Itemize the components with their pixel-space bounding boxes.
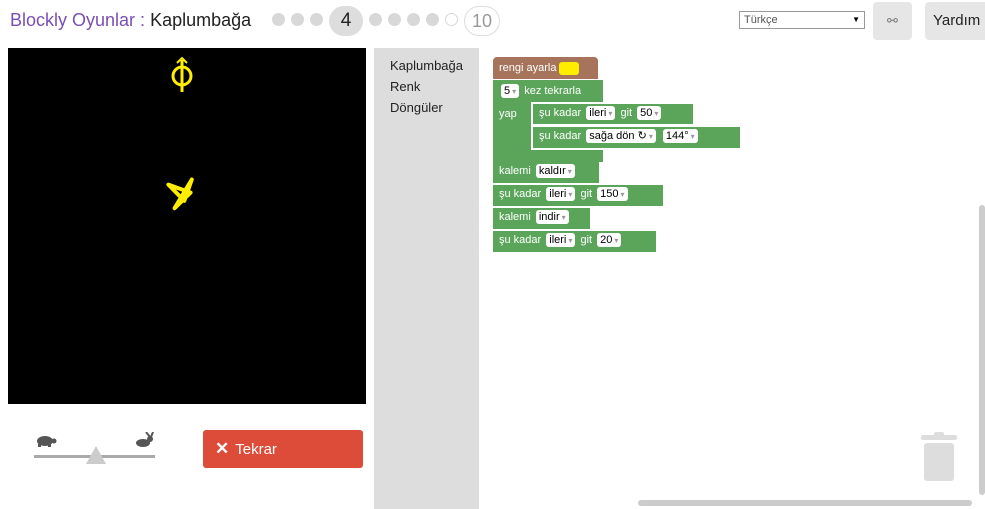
move-block-2[interactable]: şu kadar ileri ▾ git 150 ▾ xyxy=(493,185,663,206)
direction-dropdown[interactable]: ileri ▾ xyxy=(546,233,576,248)
level-current[interactable]: 4 xyxy=(329,6,363,36)
repeat-body-rail[interactable]: yap xyxy=(493,102,531,152)
distance-value: 150 xyxy=(600,188,619,201)
level-dot-1[interactable] xyxy=(272,13,285,26)
horizontal-scrollbar[interactable] xyxy=(638,500,972,506)
header-bar: Blockly Oyunlar : Kaplumbağa 4 10 Türkçe… xyxy=(0,0,985,44)
level-last[interactable]: 10 xyxy=(464,6,500,36)
link-icon: ⚯ xyxy=(887,13,898,28)
reset-button[interactable]: ✕ Tekrar xyxy=(203,430,363,468)
level-dot-3[interactable] xyxy=(310,13,323,26)
turn-prefix: şu kadar xyxy=(539,130,582,142)
slider-handle[interactable] xyxy=(86,446,106,464)
pen-label: kalemi xyxy=(499,211,531,223)
speed-slider[interactable] xyxy=(30,430,160,470)
language-select[interactable]: Türkçe ▼ xyxy=(739,11,865,29)
vertical-scrollbar[interactable] xyxy=(979,205,985,495)
repeat-do-label: yap xyxy=(499,108,517,120)
direction-value: ileri xyxy=(549,188,567,201)
turn-block[interactable]: şu kadar sağa dön ↻ ▾ 144° ▾ xyxy=(533,127,740,148)
rabbit-icon xyxy=(136,432,154,447)
toolbox-category-color[interactable]: Renk xyxy=(390,79,420,94)
turtle-canvas xyxy=(8,48,366,404)
color-swatch[interactable] xyxy=(559,61,580,75)
link-button[interactable]: ⚯ xyxy=(873,2,912,40)
distance-field[interactable]: 20 ▾ xyxy=(597,233,622,248)
toolbox: Kaplumbağa Renk Döngüler xyxy=(374,48,479,509)
reset-button-label: Tekrar xyxy=(235,441,277,458)
repeat-block[interactable]: 5 ▾ kez tekrarla xyxy=(493,80,603,102)
toolbox-category-turtle[interactable]: Kaplumbağa xyxy=(390,58,463,73)
pen-label: kalemi xyxy=(499,165,531,177)
move-verb: git xyxy=(580,188,593,200)
title-separator: : xyxy=(135,10,151,30)
angle-value: 144° xyxy=(665,130,689,143)
pen-state-value: kaldır xyxy=(538,165,566,178)
distance-value: 20 xyxy=(600,234,613,247)
level-dot-9[interactable] xyxy=(445,13,458,26)
star-drawing xyxy=(166,177,194,211)
close-icon: ✕ xyxy=(215,439,230,458)
pen-state-dropdown[interactable]: kaldır ▾ xyxy=(535,164,575,179)
pen-state-value: indir xyxy=(538,211,560,224)
move-prefix: şu kadar xyxy=(499,188,542,200)
page-title: Blockly Oyunlar : Kaplumbağa xyxy=(10,8,251,32)
trash-icon[interactable] xyxy=(921,432,957,482)
repeat-count-field[interactable]: 5 ▾ xyxy=(501,84,520,99)
level-dot-6[interactable] xyxy=(388,13,401,26)
turtle-icon xyxy=(37,436,57,447)
move-block-3[interactable]: şu kadar ileri ▾ git 20 ▾ xyxy=(493,231,656,252)
repeat-block-bottom[interactable] xyxy=(493,150,603,162)
distance-value: 50 xyxy=(640,107,653,120)
language-value: Türkçe xyxy=(744,14,778,26)
move-verb: git xyxy=(620,107,633,119)
level-dot-8[interactable] xyxy=(426,13,439,26)
repeat-count-value: 5 xyxy=(504,85,511,98)
turn-direction-value: sağa dön ↻ xyxy=(589,130,647,143)
angle-field[interactable]: 144° ▾ xyxy=(662,129,698,144)
pen-state-dropdown[interactable]: indir ▾ xyxy=(535,210,569,225)
move-verb: git xyxy=(580,234,593,246)
toolbox-category-loops[interactable]: Döngüler xyxy=(390,100,443,115)
turn-direction-dropdown[interactable]: sağa dön ↻ ▾ xyxy=(586,129,656,144)
dropdown-arrow-icon: ▼ xyxy=(852,15,860,24)
distance-field[interactable]: 50 ▾ xyxy=(637,106,662,121)
set-color-block[interactable]: rengi ayarla xyxy=(493,57,598,79)
level-dot-2[interactable] xyxy=(291,13,304,26)
turtle-icon xyxy=(171,56,193,92)
distance-field[interactable]: 150 ▾ xyxy=(597,187,628,202)
game-name: Kaplumbağa xyxy=(150,10,252,30)
direction-dropdown[interactable]: ileri ▾ xyxy=(546,187,576,202)
pen-down-block[interactable]: kalemi indir ▾ xyxy=(493,208,590,229)
move-prefix: şu kadar xyxy=(499,234,542,246)
games-home-link[interactable]: Blockly Oyunlar xyxy=(10,10,135,30)
pen-up-block[interactable]: kalemi kaldır ▾ xyxy=(493,162,599,183)
level-dot-5[interactable] xyxy=(369,13,382,26)
level-dot-7[interactable] xyxy=(407,13,420,26)
help-button[interactable]: Yardım xyxy=(925,2,985,40)
direction-value: ileri xyxy=(549,234,567,247)
repeat-label: kez tekrarla xyxy=(524,85,582,97)
set-color-label: rengi ayarla xyxy=(499,62,557,74)
direction-value: ileri xyxy=(589,107,607,120)
direction-dropdown[interactable]: ileri ▾ xyxy=(586,106,616,121)
move-prefix: şu kadar xyxy=(539,107,582,119)
move-block-1[interactable]: şu kadar ileri ▾ git 50 ▾ xyxy=(533,104,693,124)
